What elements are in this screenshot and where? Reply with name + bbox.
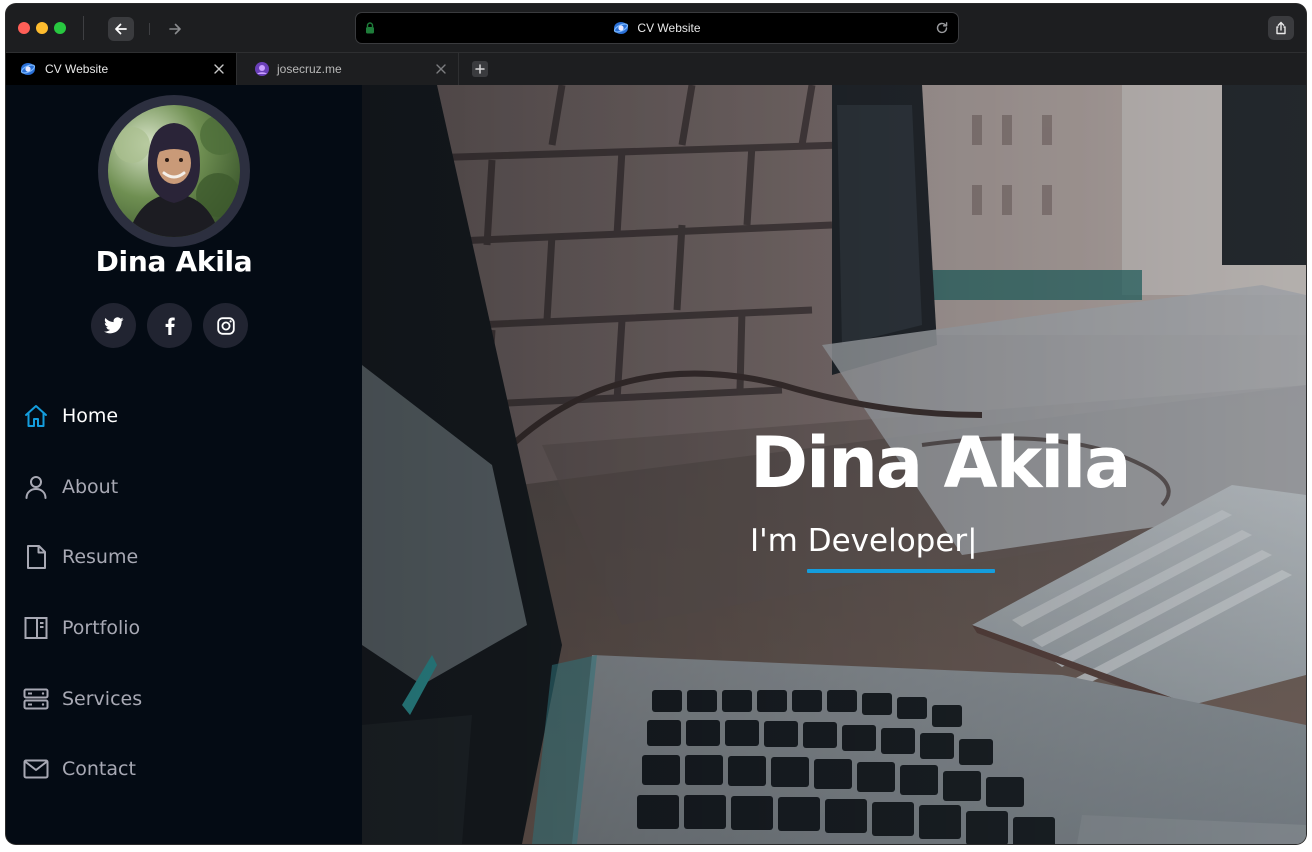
avatar-frame [98,95,250,247]
tab-title: CV Website [45,62,109,76]
toolbar-divider [149,23,150,35]
nav-item-portfolio[interactable]: Portfolio [6,593,362,664]
profile-photo [108,105,240,237]
instagram-link[interactable] [203,303,248,348]
tab-title: josecruz.me [277,62,342,76]
nav-item-home[interactable]: Home [6,381,362,452]
new-tab-button[interactable] [472,61,488,77]
browser-window: CV Website CV Website josecruz.me Dina A… [6,4,1306,844]
url-text: CV Website [637,21,701,35]
nav-label: Portfolio [62,617,141,640]
server-icon [23,686,49,712]
hero-section: Dina Akila I'm Developer| [362,85,1306,844]
address-content: CV Website [356,13,958,43]
site-favicon-icon [255,62,269,76]
share-button[interactable] [1268,16,1294,40]
nav-item-resume[interactable]: Resume [6,522,362,593]
book-icon [23,615,49,641]
profile-name: Dina Akila [95,245,253,278]
home-icon [23,403,49,429]
close-icon[interactable] [434,62,448,76]
arrow-right-icon [169,23,181,35]
close-window-button[interactable] [18,22,30,34]
nav-label: Services [62,687,143,710]
hero-title: Dina Akila [750,422,1131,504]
file-icon [23,544,49,570]
tab-josecruz[interactable]: josecruz.me [236,53,459,85]
share-icon [1276,21,1286,35]
avatar [108,105,240,237]
address-bar[interactable]: CV Website [355,12,959,44]
nav-label: Resume [62,546,139,569]
twitter-icon [103,317,124,334]
arrow-left-icon [115,23,127,35]
typed-underline [807,569,995,573]
sidebar: Dina Akila Home About Resume Portfolio S… [6,85,362,844]
facebook-icon [165,316,175,335]
back-button[interactable] [108,17,134,41]
typed-text: Developer [807,523,968,559]
nav-label: Contact [62,758,136,781]
nav-item-services[interactable]: Services [6,663,362,734]
nav-label: Home [62,405,119,428]
web-page: Dina Akila Home About Resume Portfolio S… [6,85,1306,844]
nav-item-about[interactable]: About [6,452,362,523]
facebook-link[interactable] [147,303,192,348]
toolbar-divider [83,16,84,40]
zoom-window-button[interactable] [54,22,66,34]
hero-prefix: I'm [750,523,808,559]
minimize-window-button[interactable] [36,22,48,34]
hero-subtitle: I'm Developer| [750,523,978,559]
site-favicon-icon [20,63,36,75]
social-links [91,303,248,348]
close-icon[interactable] [212,62,226,76]
nav-label: About [62,475,119,498]
plus-icon [475,64,485,74]
user-icon [23,474,49,500]
site-favicon-icon [614,22,629,34]
nav-item-contact[interactable]: Contact [6,734,362,805]
tab-strip: CV Website josecruz.me [6,52,1306,85]
tab-cv-website[interactable]: CV Website [6,53,236,85]
title-bar: CV Website [6,4,1306,52]
typing-cursor: | [967,523,978,559]
reload-icon[interactable] [935,21,949,35]
instagram-icon [216,316,235,335]
twitter-link[interactable] [91,303,136,348]
main-nav: Home About Resume Portfolio Services Con… [6,381,362,805]
envelope-icon [23,756,49,782]
forward-button[interactable] [162,17,188,41]
